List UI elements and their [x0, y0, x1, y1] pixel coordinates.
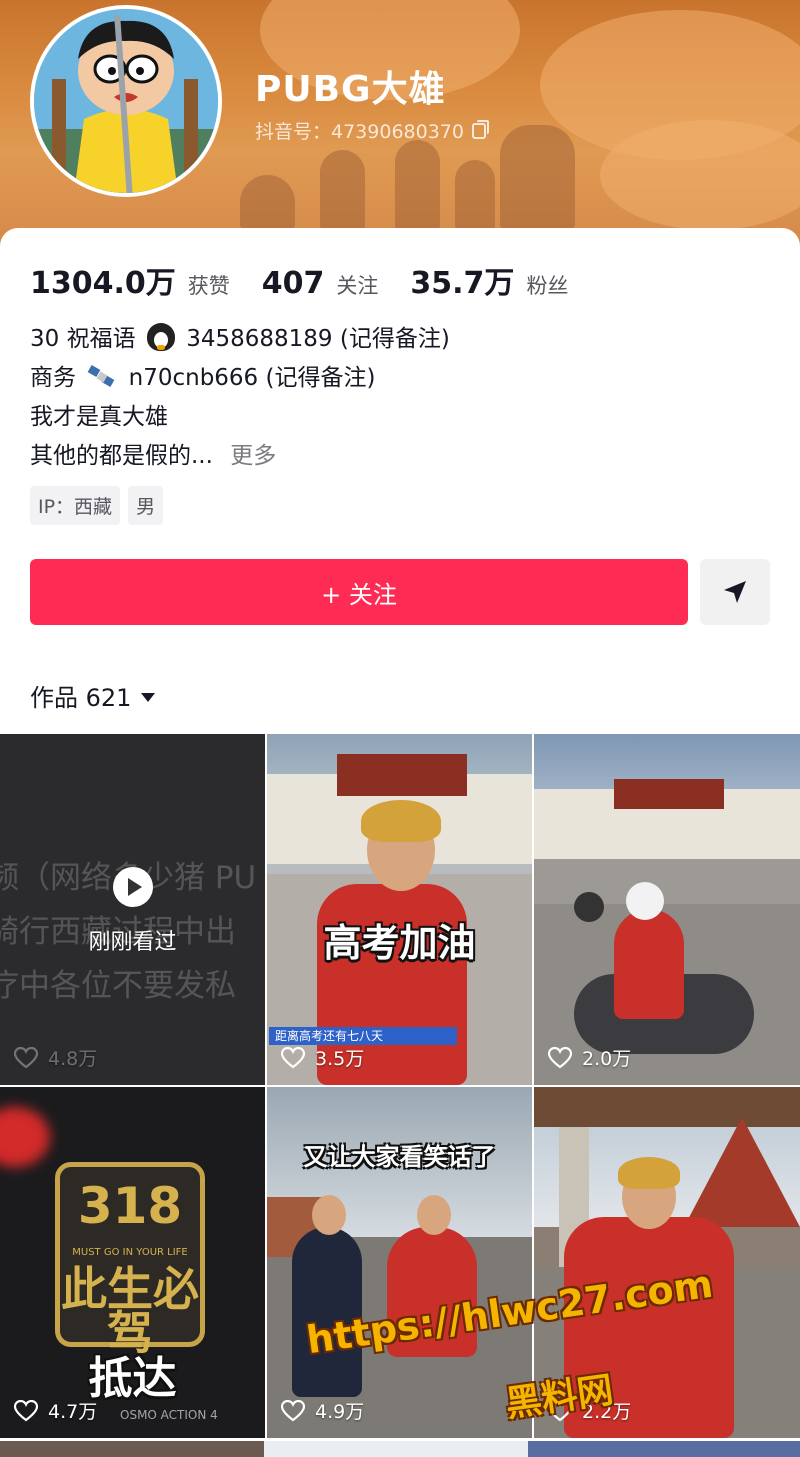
heart-icon — [281, 1046, 305, 1068]
video-person — [614, 909, 684, 1019]
video-person-hair — [361, 800, 441, 842]
works-tab-label: 作品 621 — [30, 684, 132, 712]
banner-figure — [395, 140, 440, 230]
video-person-hair — [618, 1157, 680, 1189]
profile-stats: 1304.0万 获赞 407 关注 35.7万 粉丝 — [30, 258, 588, 302]
banner-figure — [500, 125, 575, 230]
copy-icon[interactable] — [471, 119, 489, 139]
gender-tag: 男 — [128, 486, 164, 525]
penguin-icon — [146, 323, 175, 351]
video-person-head — [312, 1195, 346, 1235]
video-tile[interactable]: 高考加油 距离高考还有七八天 3.5万 — [267, 734, 532, 1085]
heart-icon — [548, 1046, 572, 1068]
likes-label: 获赞 — [187, 274, 230, 298]
video-gate-roof — [534, 1087, 800, 1127]
video-tile[interactable]: 2.0万 — [534, 734, 800, 1085]
likes-count-text: 2.0万 — [582, 1048, 632, 1070]
bio-text: 3458688189 (记得备注) — [186, 326, 450, 352]
video-likes: 2.0万 — [548, 1044, 631, 1071]
video-person-head — [417, 1195, 451, 1235]
profile-name: PUBG大雄 — [255, 69, 446, 110]
banner-figure — [240, 175, 295, 230]
video-tile[interactable]: 又让大家看笑话了 4.9万 — [267, 1087, 532, 1438]
recently-watched-label: 刚刚看过 — [88, 930, 177, 955]
bio-text: 其他的都是假的... — [30, 443, 213, 469]
followers-label: 粉丝 — [526, 274, 569, 298]
likes-count-text: 4.8万 — [48, 1048, 98, 1070]
video-tile[interactable]: 频（网络多少猪 PU 骑行西藏过程中出 疗中各位不要发私 刚刚看过 4.8万 — [0, 734, 265, 1085]
bio-line: 商务 n70cnb666 (记得备注) — [30, 359, 450, 398]
video-caption-bar: 距离高考还有七八天 — [269, 1027, 457, 1045]
followers-count[interactable]: 35.7万 — [410, 258, 514, 302]
video-likes: 4.7万 — [14, 1397, 97, 1424]
chevron-down-icon — [141, 692, 156, 702]
video-tail-light — [0, 1107, 50, 1167]
following-label: 关注 — [336, 274, 379, 298]
douyin-id-text: 抖音号：47390680370 — [255, 121, 464, 143]
video-corner-text: OSMO ACTION 4 — [120, 1408, 218, 1422]
bio-text: 30 祝福语 — [30, 326, 136, 352]
banner-figure — [320, 150, 365, 230]
likes-count-text: 4.7万 — [48, 1401, 98, 1423]
profile-tags: IP：西藏 男 — [30, 486, 164, 525]
works-tab[interactable]: 作品 621 — [30, 678, 156, 713]
profile-card: 1304.0万 获赞 407 关注 35.7万 粉丝 30 祝福语 345868… — [0, 228, 800, 738]
following-count[interactable]: 407 — [262, 266, 325, 301]
play-icon — [113, 867, 153, 907]
bio-line: 其他的都是假的... 更多 — [30, 437, 450, 476]
likes-count[interactable]: 1304.0万 — [30, 258, 176, 302]
likes-count-text: 3.5万 — [315, 1048, 365, 1070]
avatar[interactable] — [30, 5, 222, 197]
profile-banner: PUBG大雄 抖音号：47390680370 — [0, 0, 800, 250]
bio-text: n70cnb666 (记得备注) — [128, 365, 376, 391]
video-tile[interactable]: 318 MUST GO IN YOUR LIFE 此生必驾 抵达 OSMO AC… — [0, 1087, 265, 1438]
next-row-peek — [0, 1441, 800, 1457]
heart-icon — [14, 1399, 38, 1421]
video-likes: 3.5万 — [281, 1044, 364, 1071]
send-icon — [724, 581, 746, 603]
bio-line: 30 祝福语 3458688189 (记得备注) — [30, 320, 450, 359]
video-likes: 4.9万 — [281, 1397, 364, 1424]
profile-bio: 30 祝福语 3458688189 (记得备注) 商务 n70cnb666 (记… — [30, 320, 450, 476]
video-helmet — [574, 892, 604, 922]
video-bg-text: 疗中各位不要发私 — [0, 968, 236, 1004]
video-overlay-text: 又让大家看笑话了 — [303, 1143, 496, 1171]
bio-text: 商务 — [30, 365, 76, 391]
ip-location-tag: IP：西藏 — [30, 486, 121, 525]
video-palace-red — [614, 779, 724, 809]
video-helmet — [626, 882, 664, 920]
avatar-cartoon-icon — [34, 9, 218, 193]
bio-line: 我才是真大雄 — [30, 404, 168, 430]
banner-cloud — [600, 120, 800, 230]
douyin-id[interactable]: 抖音号：47390680370 — [255, 117, 489, 144]
banner-figure — [455, 160, 495, 230]
video-palace-red — [337, 754, 467, 796]
video-plate: 318 MUST GO IN YOUR LIFE 此生必驾 — [55, 1162, 205, 1356]
video-likes: 4.8万 — [14, 1044, 97, 1071]
plate-number: 318 — [77, 1177, 183, 1235]
bio-more-link[interactable]: 更多 — [230, 443, 276, 469]
send-message-button[interactable] — [700, 559, 770, 625]
video-overlay-text: 高考加油 — [323, 921, 476, 965]
heart-icon — [14, 1046, 38, 1068]
likes-count-text: 4.9万 — [315, 1401, 365, 1423]
heart-icon — [281, 1399, 305, 1421]
follow-button[interactable]: + 关注 — [30, 559, 688, 625]
satellite-icon — [87, 365, 115, 387]
plate-slogan: MUST GO IN YOUR LIFE — [72, 1247, 188, 1258]
